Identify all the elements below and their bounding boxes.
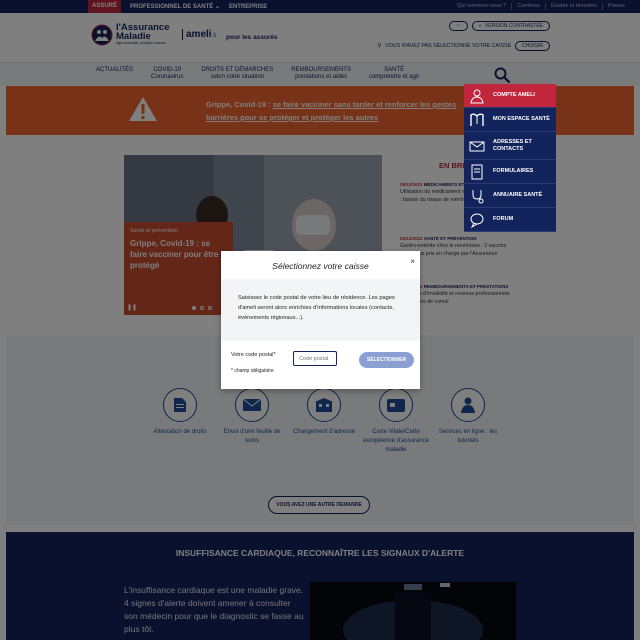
postal-code-input[interactable] — [293, 351, 337, 366]
menu-formulaires[interactable]: FORMULAIRES — [464, 160, 556, 184]
page: ASSURÉ PROFESSIONNEL DE SANTÉ ⌄ ENTREPRI… — [0, 0, 640, 640]
menu-mon-espace-sante[interactable]: MON ESPACE SANTÉ — [464, 108, 556, 132]
menu-label: MON ESPACE SANTÉ — [493, 116, 550, 122]
postal-label: Votre code postal* — [231, 352, 276, 358]
required-note: * champ obligatoire — [231, 368, 274, 374]
mes-icon — [470, 113, 484, 126]
menu-compte-ameli[interactable]: COMPTE AMELI — [464, 84, 556, 108]
menu-annuaire-sante[interactable]: ANNUAIRE SANTÉ — [464, 184, 556, 208]
menu-label: COMPTE AMELI — [493, 92, 535, 98]
stethoscope-icon — [472, 189, 484, 203]
caisse-modal: Sélectionnez votre caisse × Saisissez le… — [221, 251, 420, 389]
modal-title: Sélectionnez votre caisse — [272, 261, 369, 271]
user-icon — [470, 89, 484, 103]
account-dropdown: COMPTE AMELI MON ESPACE SANTÉ ADRESSES E… — [464, 84, 556, 232]
chat-icon — [470, 213, 484, 228]
close-icon[interactable]: × — [410, 257, 415, 266]
menu-forum[interactable]: FORUM — [464, 208, 556, 232]
modal-description: Saisissez le code postal de votre lieu d… — [221, 279, 420, 341]
form-icon — [471, 164, 483, 179]
menu-label: ADRESSES ET CONTACTS — [493, 138, 532, 152]
mail-icon — [469, 141, 485, 151]
menu-label: ANNUAIRE SANTÉ — [493, 192, 543, 198]
menu-label: FORMULAIRES — [493, 168, 534, 174]
menu-label: FORUM — [493, 216, 514, 222]
menu-adresses-contacts[interactable]: ADRESSES ET CONTACTS — [464, 132, 556, 160]
select-button[interactable]: SÉLECTIONNER — [359, 352, 414, 368]
